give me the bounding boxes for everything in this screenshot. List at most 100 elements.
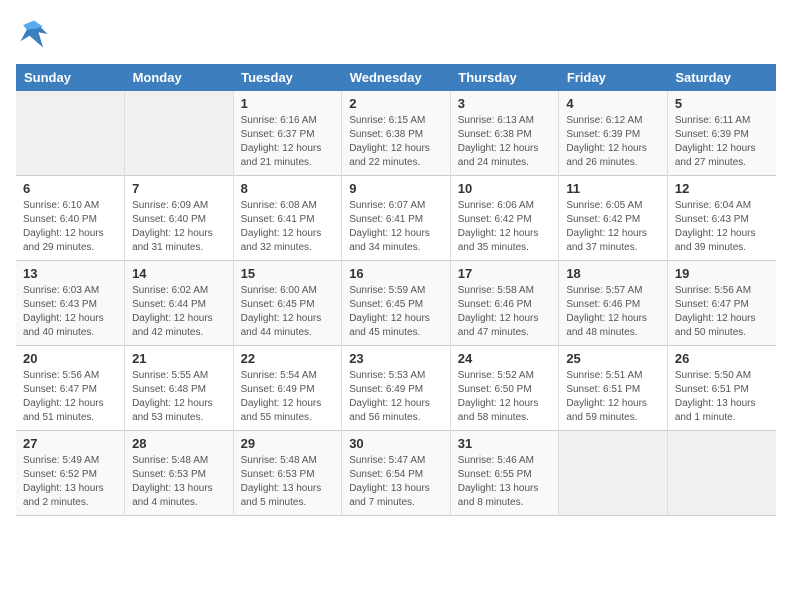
calendar-cell: 13 Sunrise: 6:03 AMSunset: 6:43 PMDayligh… [16, 261, 125, 346]
calendar-cell: 10 Sunrise: 6:06 AMSunset: 6:42 PMDayligh… [450, 176, 559, 261]
day-info: Sunrise: 6:05 AMSunset: 6:42 PMDaylight:… [566, 199, 660, 255]
calendar-cell: 29 Sunrise: 5:48 AMSunset: 6:53 PMDayligh… [233, 431, 342, 516]
calendar-cell: 9Sunrise: 6:07 AMSunset: 6:41 PMDaylight… [342, 176, 451, 261]
day-number: 31 [458, 436, 552, 451]
day-info: Sunrise: 5:50 AMSunset: 6:51 PMDaylight:… [675, 369, 769, 425]
calendar-cell: 18Sunrise: 5:57 AMSunset: 6:46 PMDayligh… [559, 261, 668, 346]
day-number: 26 [675, 351, 769, 366]
day-number: 12 [675, 181, 769, 196]
calendar-body: 1 Sunrise: 6:16 AMSunset: 6:37 PMDaylight… [16, 91, 776, 516]
day-number: 14 [132, 266, 226, 281]
day-number: 3 [458, 96, 552, 111]
calendar-week-5: 27 Sunrise: 5:49 AMSunset: 6:52 PMDayligh… [16, 431, 776, 516]
day-info: Sunrise: 5:49 AMSunset: 6:52 PMDaylight:… [23, 454, 117, 510]
day-info: Sunrise: 6:04 AMSunset: 6:43 PMDaylight:… [675, 199, 769, 255]
calendar-week-3: 13 Sunrise: 6:03 AMSunset: 6:43 PMDayligh… [16, 261, 776, 346]
calendar-cell: 3 Sunrise: 6:13 AMSunset: 6:38 PMDaylight… [450, 91, 559, 176]
calendar-cell [16, 91, 125, 176]
day-info: Sunrise: 6:02 AMSunset: 6:44 PMDaylight:… [132, 284, 226, 340]
calendar-cell: 24Sunrise: 5:52 AMSunset: 6:50 PMDayligh… [450, 346, 559, 431]
calendar-cell: 30Sunrise: 5:47 AMSunset: 6:54 PMDayligh… [342, 431, 451, 516]
day-info: Sunrise: 6:07 AMSunset: 6:41 PMDaylight:… [349, 199, 443, 255]
day-info: Sunrise: 5:57 AMSunset: 6:46 PMDaylight:… [566, 284, 660, 340]
calendar-cell: 12 Sunrise: 6:04 AMSunset: 6:43 PMDayligh… [667, 176, 776, 261]
day-info: Sunrise: 5:47 AMSunset: 6:54 PMDaylight:… [349, 454, 443, 510]
calendar-cell [667, 431, 776, 516]
day-number: 1 [241, 96, 335, 111]
calendar-cell: 6 Sunrise: 6:10 AMSunset: 6:40 PMDaylight… [16, 176, 125, 261]
weekday-header-tuesday: Tuesday [233, 64, 342, 91]
calendar-cell: 26 Sunrise: 5:50 AMSunset: 6:51 PMDayligh… [667, 346, 776, 431]
day-info: Sunrise: 6:15 AMSunset: 6:38 PMDaylight:… [349, 114, 443, 170]
calendar-cell: 1 Sunrise: 6:16 AMSunset: 6:37 PMDaylight… [233, 91, 342, 176]
day-number: 19 [675, 266, 769, 281]
day-info: Sunrise: 6:06 AMSunset: 6:42 PMDaylight:… [458, 199, 552, 255]
day-info: Sunrise: 5:56 AMSunset: 6:47 PMDaylight:… [675, 284, 769, 340]
day-info: Sunrise: 6:10 AMSunset: 6:40 PMDaylight:… [23, 199, 117, 255]
day-number: 7 [132, 181, 226, 196]
day-info: Sunrise: 6:08 AMSunset: 6:41 PMDaylight:… [241, 199, 335, 255]
calendar-cell: 8 Sunrise: 6:08 AMSunset: 6:41 PMDaylight… [233, 176, 342, 261]
logo [16, 16, 56, 52]
day-info: Sunrise: 6:16 AMSunset: 6:37 PMDaylight:… [241, 114, 335, 170]
day-number: 28 [132, 436, 226, 451]
calendar-week-1: 1 Sunrise: 6:16 AMSunset: 6:37 PMDaylight… [16, 91, 776, 176]
calendar-cell: 19 Sunrise: 5:56 AMSunset: 6:47 PMDayligh… [667, 261, 776, 346]
day-info: Sunrise: 5:48 AMSunset: 6:53 PMDaylight:… [241, 454, 335, 510]
calendar-cell: 14 Sunrise: 6:02 AMSunset: 6:44 PMDayligh… [125, 261, 234, 346]
day-info: Sunrise: 5:55 AMSunset: 6:48 PMDaylight:… [132, 369, 226, 425]
weekday-header-thursday: Thursday [450, 64, 559, 91]
day-number: 2 [349, 96, 443, 111]
weekday-header-sunday: Sunday [16, 64, 125, 91]
day-number: 11 [566, 181, 660, 196]
day-info: Sunrise: 6:03 AMSunset: 6:43 PMDaylight:… [23, 284, 117, 340]
calendar-cell: 15 Sunrise: 6:00 AMSunset: 6:45 PMDayligh… [233, 261, 342, 346]
calendar-week-2: 6 Sunrise: 6:10 AMSunset: 6:40 PMDaylight… [16, 176, 776, 261]
day-info: Sunrise: 5:53 AMSunset: 6:49 PMDaylight:… [349, 369, 443, 425]
calendar-cell: 16 Sunrise: 5:59 AMSunset: 6:45 PMDayligh… [342, 261, 451, 346]
calendar-cell: 11 Sunrise: 6:05 AMSunset: 6:42 PMDayligh… [559, 176, 668, 261]
logo-icon [16, 16, 52, 52]
day-number: 10 [458, 181, 552, 196]
day-number: 22 [241, 351, 335, 366]
day-info: Sunrise: 6:09 AMSunset: 6:40 PMDaylight:… [132, 199, 226, 255]
day-info: Sunrise: 5:48 AMSunset: 6:53 PMDaylight:… [132, 454, 226, 510]
day-number: 5 [675, 96, 769, 111]
weekday-header-friday: Friday [559, 64, 668, 91]
day-number: 25 [566, 351, 660, 366]
day-info: Sunrise: 5:54 AMSunset: 6:49 PMDaylight:… [241, 369, 335, 425]
calendar-header: SundayMondayTuesdayWednesdayThursdayFrid… [16, 64, 776, 91]
day-number: 16 [349, 266, 443, 281]
weekday-header-saturday: Saturday [667, 64, 776, 91]
day-info: Sunrise: 6:11 AMSunset: 6:39 PMDaylight:… [675, 114, 769, 170]
day-number: 21 [132, 351, 226, 366]
day-number: 8 [241, 181, 335, 196]
calendar-cell: 2 Sunrise: 6:15 AMSunset: 6:38 PMDaylight… [342, 91, 451, 176]
page-header [16, 16, 776, 52]
day-number: 17 [458, 266, 552, 281]
calendar-cell: 23 Sunrise: 5:53 AMSunset: 6:49 PMDayligh… [342, 346, 451, 431]
calendar-cell: 21 Sunrise: 5:55 AMSunset: 6:48 PMDayligh… [125, 346, 234, 431]
calendar-cell: 17Sunrise: 5:58 AMSunset: 6:46 PMDayligh… [450, 261, 559, 346]
calendar-cell [125, 91, 234, 176]
calendar-cell: 7 Sunrise: 6:09 AMSunset: 6:40 PMDaylight… [125, 176, 234, 261]
day-info: Sunrise: 6:00 AMSunset: 6:45 PMDaylight:… [241, 284, 335, 340]
day-info: Sunrise: 5:59 AMSunset: 6:45 PMDaylight:… [349, 284, 443, 340]
calendar-cell: 31Sunrise: 5:46 AMSunset: 6:55 PMDayligh… [450, 431, 559, 516]
day-info: Sunrise: 6:12 AMSunset: 6:39 PMDaylight:… [566, 114, 660, 170]
calendar-cell [559, 431, 668, 516]
day-number: 13 [23, 266, 117, 281]
day-number: 15 [241, 266, 335, 281]
day-number: 23 [349, 351, 443, 366]
calendar-cell: 27 Sunrise: 5:49 AMSunset: 6:52 PMDayligh… [16, 431, 125, 516]
day-number: 20 [23, 351, 117, 366]
calendar-cell: 20 Sunrise: 5:56 AMSunset: 6:47 PMDayligh… [16, 346, 125, 431]
calendar-cell: 4Sunrise: 6:12 AMSunset: 6:39 PMDaylight… [559, 91, 668, 176]
calendar-table: SundayMondayTuesdayWednesdayThursdayFrid… [16, 64, 776, 516]
day-number: 6 [23, 181, 117, 196]
day-info: Sunrise: 5:56 AMSunset: 6:47 PMDaylight:… [23, 369, 117, 425]
day-number: 29 [241, 436, 335, 451]
weekday-header-monday: Monday [125, 64, 234, 91]
day-number: 27 [23, 436, 117, 451]
day-info: Sunrise: 6:13 AMSunset: 6:38 PMDaylight:… [458, 114, 552, 170]
